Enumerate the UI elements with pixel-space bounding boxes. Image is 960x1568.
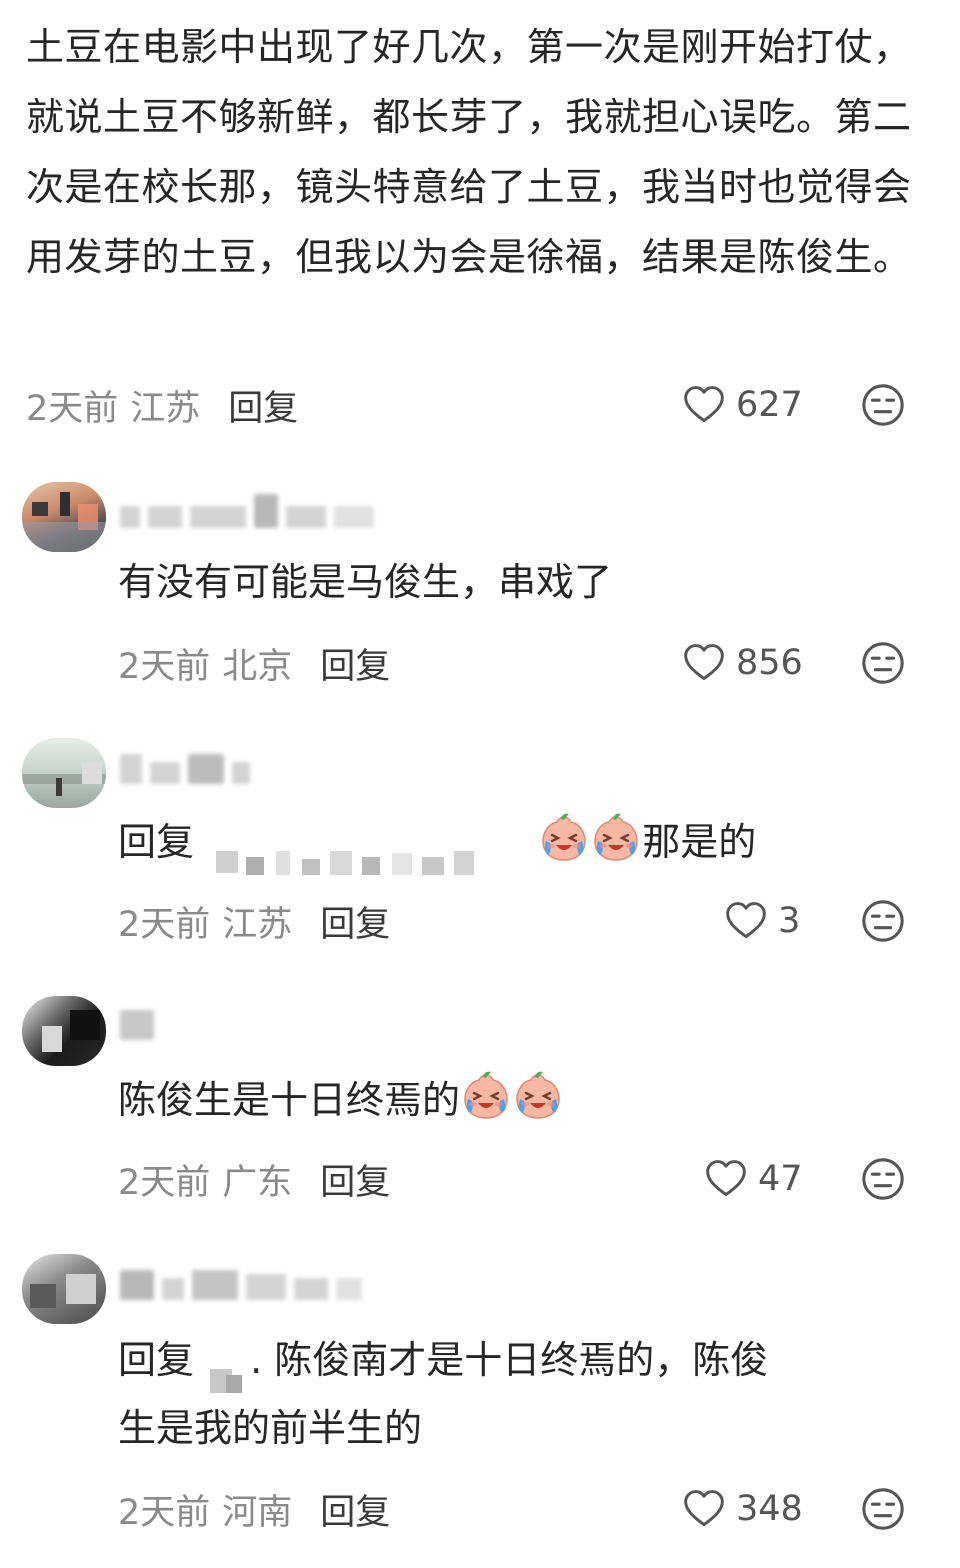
- comment-location: 河南: [222, 1492, 293, 1533]
- like-count: 348: [736, 1489, 803, 1529]
- comment-location: 北京: [222, 646, 293, 687]
- reply-button[interactable]: 回复: [320, 1484, 390, 1535]
- neutral-face-icon[interactable]: [860, 640, 906, 686]
- main-comment-meta: 2天前 江苏 回复: [26, 380, 298, 430]
- like-button[interactable]: 47: [704, 1154, 803, 1204]
- heart-outline-icon: [704, 1157, 748, 1201]
- comment-location: 江苏: [222, 904, 293, 945]
- reply-text: 陈俊生是十日终焉的: [118, 1066, 918, 1134]
- like-button[interactable]: 856: [682, 638, 803, 688]
- like-count: 627: [736, 385, 803, 425]
- neutral-face-icon[interactable]: [860, 382, 906, 428]
- crying-laughing-peach-emoji: [460, 1069, 512, 1121]
- reply-text: 有没有可能是马俊生，串戏了: [118, 560, 613, 604]
- reply-button[interactable]: 回复: [320, 896, 390, 947]
- username-blurred[interactable]: [120, 754, 258, 794]
- like-button[interactable]: 3: [724, 896, 800, 946]
- heart-outline-icon: [682, 641, 726, 685]
- reply-prefix: 回复: [118, 1338, 195, 1382]
- avatar[interactable]: [22, 738, 106, 808]
- reply-text: 回复 那是的: [118, 808, 918, 876]
- avatar-image: [22, 762, 106, 796]
- comment-time: 2天前: [118, 1492, 211, 1533]
- neutral-face-icon[interactable]: [860, 898, 906, 944]
- comment-time: 2天前: [118, 1162, 211, 1203]
- comment-time: 2天前: [118, 904, 211, 945]
- crying-laughing-peach-emoji: [512, 1069, 564, 1121]
- mention-blurred[interactable]: [206, 830, 526, 875]
- heart-outline-icon: [724, 899, 768, 943]
- reply-button[interactable]: 回复: [320, 1154, 390, 1205]
- main-comment-text: 土豆在电影中出现了好几次，第一次是刚开始打仗，就说土豆不够新鲜，都长芽了，我就担…: [26, 25, 912, 279]
- username-blurred[interactable]: [120, 1270, 370, 1310]
- avatar-image: [22, 492, 106, 552]
- heart-outline-icon: [682, 383, 726, 427]
- reply-text: 回复 . 陈俊南才是十日终焉的，陈俊 生是我的前半生的: [118, 1326, 918, 1462]
- reply-meta: 2天前 广东 回复: [118, 1154, 390, 1204]
- crying-laughing-peach-emoji: [538, 811, 590, 863]
- reply-button[interactable]: 回复: [320, 638, 390, 689]
- neutral-face-icon[interactable]: [860, 1486, 906, 1532]
- avatar[interactable]: [22, 482, 106, 552]
- reply-meta: 2天前 江苏 回复: [118, 896, 390, 946]
- avatar-image: [30, 1274, 96, 1308]
- reply-prefix: 回复: [118, 820, 195, 864]
- main-comment: 土豆在电影中出现了好几次，第一次是刚开始打仗，就说土豆不够新鲜，都长芽了，我就担…: [26, 12, 926, 292]
- like-count: 856: [736, 643, 803, 683]
- reply-meta: 2天前 北京 回复: [118, 638, 390, 688]
- comment-time: 2天前: [26, 388, 119, 429]
- username-blurred[interactable]: [120, 494, 382, 534]
- reply-button[interactable]: 回复: [228, 380, 298, 431]
- like-count: 3: [778, 901, 801, 941]
- comment-location: 江苏: [130, 388, 201, 429]
- mention-blurred[interactable]: [206, 1348, 250, 1393]
- reply-body: 陈俊生是十日终焉的: [118, 1078, 461, 1122]
- neutral-face-icon[interactable]: [860, 1156, 906, 1202]
- avatar[interactable]: [22, 996, 106, 1066]
- comment-location: 广东: [222, 1162, 293, 1203]
- crying-laughing-peach-emoji: [590, 811, 642, 863]
- reply-meta: 2天前 河南 回复: [118, 1484, 390, 1534]
- reply-body-continued: 生是我的前半生的: [118, 1406, 423, 1450]
- like-count: 47: [758, 1159, 803, 1199]
- comment-time: 2天前: [118, 646, 211, 687]
- like-button[interactable]: 627: [682, 380, 803, 430]
- reply-body: 那是的: [642, 820, 757, 864]
- username-blurred[interactable]: [120, 1010, 162, 1050]
- avatar[interactable]: [22, 1254, 106, 1324]
- heart-outline-icon: [682, 1487, 726, 1531]
- reply-body: . 陈俊南才是十日终焉的，陈俊: [250, 1338, 769, 1382]
- like-button[interactable]: 348: [682, 1484, 803, 1534]
- avatar-image: [42, 1010, 100, 1052]
